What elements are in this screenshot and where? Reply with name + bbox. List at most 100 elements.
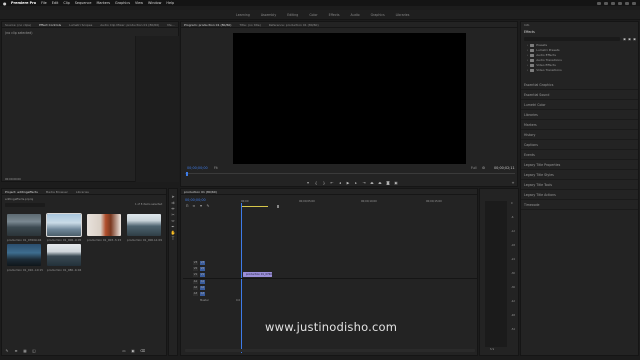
project-search-input[interactable] <box>5 203 45 207</box>
clip-thumbnail[interactable] <box>7 244 41 266</box>
marker-icon[interactable]: ▾ <box>306 181 310 185</box>
tab-audio-clip-mixer[interactable]: Audio Clip Mixer: production 01 (80/60) <box>100 23 159 27</box>
workspace-color[interactable]: Color <box>309 13 317 17</box>
tab-lumetri-scopes[interactable]: Lumetri Scopes <box>69 23 92 27</box>
track-a2[interactable]: A2 <box>200 286 205 290</box>
panel-legacy-title-actions[interactable]: Legacy Title Actions <box>521 190 638 200</box>
menu-window[interactable]: Window <box>148 1 161 5</box>
menu-view[interactable]: View <box>135 1 143 5</box>
selection-tool-icon[interactable]: ➤ <box>171 194 176 199</box>
comparison-view-icon[interactable]: ▣ <box>394 181 398 185</box>
meter-solo-buttons[interactable]: S S <box>490 348 494 352</box>
clip-thumbnail[interactable] <box>47 244 81 266</box>
panel-captions[interactable]: Captions <box>521 140 638 150</box>
tab-reference[interactable]: Reference: production 01 (80/60) <box>269 23 319 27</box>
add-button-icon[interactable]: + <box>511 181 515 185</box>
workspace-graphics[interactable]: Graphics <box>371 13 385 17</box>
menu-graphics[interactable]: Graphics <box>115 1 130 5</box>
lift-icon[interactable]: ⏏ <box>370 181 374 185</box>
workspace-assembly[interactable]: Assembly <box>261 13 276 17</box>
track-v3[interactable]: V3 <box>200 261 205 265</box>
pencil-icon[interactable]: ✎ <box>5 349 9 353</box>
accelerated-icon[interactable]: ▣ <box>623 37 626 41</box>
ruler-marker[interactable] <box>277 205 279 208</box>
folder-icon[interactable]: ▭ <box>122 349 126 353</box>
menu-app[interactable]: Premiere Pro <box>11 1 36 5</box>
timeline-scrollbar[interactable] <box>185 349 475 352</box>
workspace-effects[interactable]: Effects <box>329 13 340 17</box>
workspace-audio[interactable]: Audio <box>351 13 360 17</box>
track-target-v2[interactable]: V2 <box>193 267 198 271</box>
camera-icon[interactable]: ◙ <box>386 181 390 185</box>
menu-help[interactable]: Help <box>166 1 174 5</box>
add-marker-icon[interactable]: ▾ <box>199 204 203 208</box>
yuv-icon[interactable]: ▣ <box>633 37 636 41</box>
extract-icon[interactable]: ⏏ <box>378 181 382 185</box>
track-target-a3[interactable]: A3 <box>193 292 198 296</box>
tab-info[interactable]: Info <box>524 24 529 27</box>
status-icon[interactable] <box>604 1 608 5</box>
program-scrub-bar[interactable] <box>185 173 515 174</box>
tab-metadata[interactable]: Me... <box>167 23 174 27</box>
razor-icon[interactable]: ✂ <box>171 212 176 217</box>
workspace-learning[interactable]: Learning <box>236 13 250 17</box>
work-area-bar[interactable] <box>241 206 268 207</box>
hand-icon[interactable]: ✋ <box>171 230 176 235</box>
clip-thumbnail[interactable] <box>7 214 41 236</box>
panel-lumetri-color[interactable]: Lumetri Color <box>521 100 638 110</box>
track-a1[interactable]: A1 <box>200 280 205 284</box>
go-to-in-icon[interactable]: ⇤ <box>330 181 334 185</box>
wrench-icon[interactable]: ✎ <box>206 204 210 208</box>
program-playhead[interactable] <box>186 172 188 176</box>
ripple-edit-icon[interactable]: ⇹ <box>171 206 176 211</box>
track-target-a2[interactable]: A2 <box>193 286 198 290</box>
panel-essential-graphics[interactable]: Essential Graphics <box>521 80 638 90</box>
panel-history[interactable]: History <box>521 130 638 140</box>
panel-markers[interactable]: Markers <box>521 120 638 130</box>
apple-icon[interactable]: ● <box>3 1 8 6</box>
menu-edit[interactable]: Edit <box>52 1 59 5</box>
32bit-icon[interactable]: ▣ <box>628 37 631 41</box>
mark-out-icon[interactable]: } <box>322 181 326 185</box>
pen-icon[interactable]: ✒ <box>171 224 176 229</box>
menu-markers[interactable]: Markers <box>97 1 111 5</box>
trash-icon[interactable]: ⌫ <box>140 349 145 353</box>
track-target-v3[interactable]: V3 <box>193 261 198 265</box>
mark-in-icon[interactable]: { <box>314 181 318 185</box>
program-video-frame[interactable] <box>233 33 466 164</box>
snap-icon[interactable]: ⊓ <box>185 204 189 208</box>
tab-libraries[interactable]: Libraries <box>76 190 89 194</box>
track-target-a1[interactable]: A1 <box>193 280 198 284</box>
tab-sequence[interactable]: production 01 (80/60) <box>184 190 217 194</box>
workspace-libraries[interactable]: Libraries <box>396 13 410 17</box>
tab-media-browser[interactable]: Media Browser <box>46 190 68 194</box>
list-view-icon[interactable]: ≡ <box>14 349 18 353</box>
timeline-clip[interactable]: production 01_0760 <box>243 272 272 277</box>
type-icon[interactable]: T <box>171 236 176 241</box>
zoom-select[interactable]: Fit <box>214 166 218 170</box>
master-track-value[interactable]: 0.0 <box>236 299 240 303</box>
panel-legacy-title-styles[interactable]: Legacy Title Styles <box>521 170 638 180</box>
status-icon[interactable] <box>625 1 629 5</box>
step-back-icon[interactable]: ◂ <box>338 181 342 185</box>
new-item-icon[interactable]: ▣ <box>131 349 135 353</box>
status-icon[interactable] <box>632 1 636 5</box>
settings-icon[interactable]: ⚙ <box>482 166 485 170</box>
menu-file[interactable]: File <box>41 1 47 5</box>
go-to-out-icon[interactable]: ⇥ <box>362 181 366 185</box>
status-icon[interactable] <box>618 1 622 5</box>
tree-item[interactable]: › Video Transitions <box>521 68 638 73</box>
panel-legacy-title-properties[interactable]: Legacy Title Properties <box>521 160 638 170</box>
menu-sequence[interactable]: Sequence <box>75 1 92 5</box>
step-forward-icon[interactable]: ▸ <box>354 181 358 185</box>
tab-project[interactable]: Project: editingeffects <box>5 190 38 194</box>
freeform-view-icon[interactable]: ◫ <box>32 349 36 353</box>
linked-select-icon[interactable]: ∞ <box>192 204 196 208</box>
program-timecode-left[interactable]: 00;00;00;00 <box>187 166 208 170</box>
timeline-timecode[interactable]: 00;00;00;00 <box>185 198 206 202</box>
track-select-icon[interactable]: ⇉ <box>171 200 176 205</box>
track-a3[interactable]: A3 <box>200 292 205 296</box>
tab-effect-controls[interactable]: Effect Controls <box>39 23 61 27</box>
track-target-v1[interactable]: V1 <box>193 273 198 277</box>
track-v1[interactable]: V1 <box>200 273 205 277</box>
